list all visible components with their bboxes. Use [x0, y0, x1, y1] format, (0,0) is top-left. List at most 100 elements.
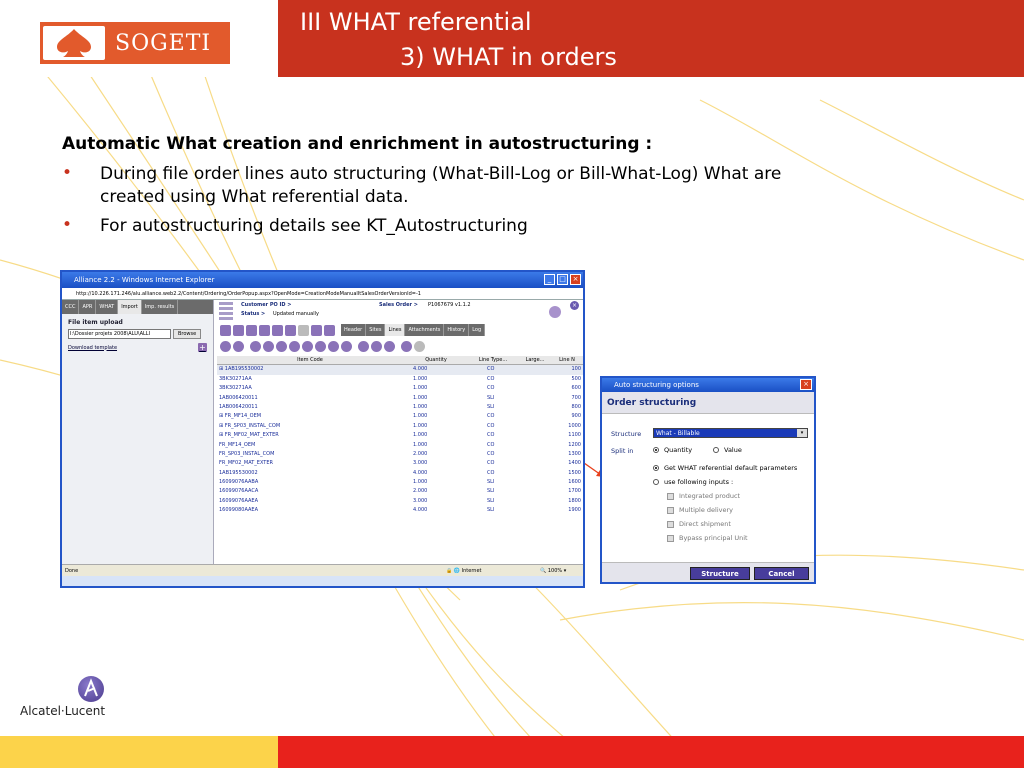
toolbar-icon[interactable]	[371, 340, 382, 352]
table-row[interactable]: ⊞ 1AB195530002 4.000 CO 100	[217, 365, 583, 375]
tab-lines[interactable]: Lines	[385, 324, 406, 336]
close-icon[interactable]: ×	[570, 301, 579, 310]
dialog-close-button[interactable]: ×	[800, 379, 812, 390]
dialog-title-bar[interactable]: Auto structuring options ×	[602, 378, 814, 392]
validate-icon[interactable]	[549, 306, 561, 318]
radio-quantity-label: Quantity	[664, 446, 693, 454]
radio-selected-icon[interactable]	[653, 447, 659, 453]
radio-following-inputs[interactable]: use following inputs :	[653, 478, 733, 486]
tab-log[interactable]: Log	[469, 324, 486, 336]
table-cell: 1.000	[413, 422, 428, 429]
add-icon[interactable]: +	[198, 343, 207, 352]
toolbar-icon[interactable]	[358, 340, 369, 352]
toolbar-icon[interactable]	[250, 340, 261, 352]
tab-sites[interactable]: Sites	[366, 324, 386, 336]
column-header[interactable]: Item Code	[217, 356, 403, 364]
column-header[interactable]: Line Type...	[469, 356, 517, 364]
table-row[interactable]: 1AB006420011 1.000 SLI 700	[217, 394, 583, 403]
toolbar-icon[interactable]	[233, 340, 244, 352]
table-row[interactable]: 16099076AACA 2.000 SLI 1700	[217, 487, 583, 496]
column-header[interactable]: Large...	[517, 356, 553, 364]
zoom-level[interactable]: 🔍 100% ▾	[540, 565, 566, 577]
close-button[interactable]: ×	[570, 274, 581, 285]
column-header[interactable]: Line N	[553, 356, 583, 364]
footer-band-left	[0, 736, 278, 768]
structure-select[interactable]: What - Billable ▾	[653, 428, 808, 438]
tab-apr[interactable]: APR	[79, 300, 97, 314]
checkbox-direct-shipment[interactable]: Direct shipment	[667, 520, 731, 528]
table-row[interactable]: 3BK30271AA 1.000 CO 600	[217, 384, 583, 393]
toolbar-icon[interactable]	[233, 324, 244, 336]
table-row[interactable]: 16099076AAEA 3.000 SLI 1800	[217, 497, 583, 506]
column-header[interactable]: Quantity	[403, 356, 469, 364]
radio-default-params[interactable]: Get WHAT referential default parameters	[653, 464, 797, 472]
tab-import-results[interactable]: Imp. results	[142, 300, 179, 314]
checkbox-bypass-principal-unit[interactable]: Bypass principal Unit	[667, 534, 748, 542]
radio-selected-icon[interactable]	[653, 465, 659, 471]
table-row[interactable]: FR_MF02_MAT_EXTER 3.000 CO 1400	[217, 459, 583, 468]
toolbar-icon[interactable]	[328, 340, 339, 352]
radio-icon[interactable]	[713, 447, 719, 453]
radio-quantity[interactable]: Quantity	[653, 446, 692, 454]
toolbar-icon[interactable]	[311, 324, 322, 336]
table-row[interactable]: ⊞ FR_SP03_INSTAL_COM 1.000 CO 1000	[217, 422, 583, 431]
checkbox-icon[interactable]	[667, 492, 674, 500]
table-cell	[517, 506, 553, 515]
checkbox-multiple-delivery[interactable]: Multiple delivery	[667, 506, 733, 514]
tab-attachments[interactable]: Attachments	[405, 324, 445, 336]
cancel-button[interactable]: Cancel	[754, 567, 809, 580]
table-row[interactable]: 1AB006420011 1.000 SLI 800	[217, 403, 583, 412]
table-row[interactable]: ⊞ FR_MF02_MAT_EXTER 1.000 CO 1100	[217, 431, 583, 440]
structure-value: What - Billable	[656, 430, 700, 437]
toolbar-icon[interactable]	[276, 340, 287, 352]
browser-title-bar[interactable]: Alliance 2.2 - Windows Internet Explorer…	[62, 272, 583, 288]
table-row[interactable]: 1AB195530002 4.000 CO 1500	[217, 469, 583, 478]
browse-button[interactable]: Browse	[173, 329, 202, 339]
radio-value[interactable]: Value	[713, 446, 742, 454]
toolbar-icon[interactable]	[315, 340, 326, 352]
table-row[interactable]: FR_MF14_OEM 1.000 CO 1200	[217, 441, 583, 450]
tab-history[interactable]: History	[444, 324, 470, 336]
checkbox-icon[interactable]	[667, 534, 674, 542]
tab-import[interactable]: Import	[118, 300, 142, 314]
table-row[interactable]: 16099076AABA 1.000 SLI 1600	[217, 478, 583, 487]
address-bar[interactable]: http://10.226.171.246/alu.alliance.web2.…	[62, 288, 583, 300]
maximize-button[interactable]: □	[557, 274, 568, 285]
chevron-down-icon[interactable]: ▾	[797, 429, 807, 437]
checkbox-icon[interactable]	[667, 506, 674, 514]
toolbar-icon[interactable]	[298, 324, 309, 336]
table-cell: 3.000	[413, 497, 428, 504]
checkbox-integrated-product[interactable]: Integrated product	[667, 492, 740, 500]
toolbar-icon[interactable]	[263, 340, 274, 352]
toolbar-icon[interactable]	[384, 340, 395, 352]
file-path-input[interactable]: I:\Dossier projets 2008\ALU\ALLI	[68, 329, 171, 339]
table-row[interactable]: 3BK30271AA 1.000 CO 500	[217, 375, 583, 384]
toolbar-icon[interactable]	[324, 324, 335, 336]
table-row[interactable]: ⊞ FR_MF14_OEM 1.000 CO 900	[217, 412, 583, 421]
tab-ccc[interactable]: CCC	[62, 300, 80, 314]
checkbox-icon[interactable]	[667, 520, 674, 528]
toolbar-icon[interactable]	[272, 324, 283, 336]
tab-what[interactable]: WHAT	[96, 300, 119, 314]
radio-icon[interactable]	[653, 479, 659, 485]
toolbar-icon[interactable]	[341, 340, 352, 352]
toolbar-icon[interactable]	[302, 340, 313, 352]
table-row[interactable]: FR_SP03_INSTAL_COM 2.000 CO 1300	[217, 450, 583, 459]
table-cell: 4.000	[413, 507, 428, 514]
toolbar-icon[interactable]	[285, 324, 296, 336]
toolbar-icon[interactable]	[401, 340, 412, 352]
table-row[interactable]: 16099080AAEA 4.000 SLI 1900	[217, 506, 583, 515]
toolbar-icon[interactable]	[289, 340, 300, 352]
toolbar-icon[interactable]	[220, 340, 231, 352]
toolbar-icon[interactable]	[414, 340, 425, 352]
table-cell: 900	[571, 413, 581, 420]
tab-header[interactable]: Header	[341, 324, 367, 336]
toolbar-icon[interactable]	[246, 324, 257, 336]
alcatel-lucent-logo: Alcatel·Lucent	[20, 676, 140, 720]
table-cell: CO	[487, 422, 495, 429]
download-template-link[interactable]: Download template	[68, 345, 117, 351]
structure-button[interactable]: Structure	[690, 567, 750, 580]
toolbar-icon[interactable]	[259, 324, 270, 336]
toolbar-icon[interactable]	[220, 324, 231, 336]
minimize-button[interactable]: _	[544, 274, 555, 285]
